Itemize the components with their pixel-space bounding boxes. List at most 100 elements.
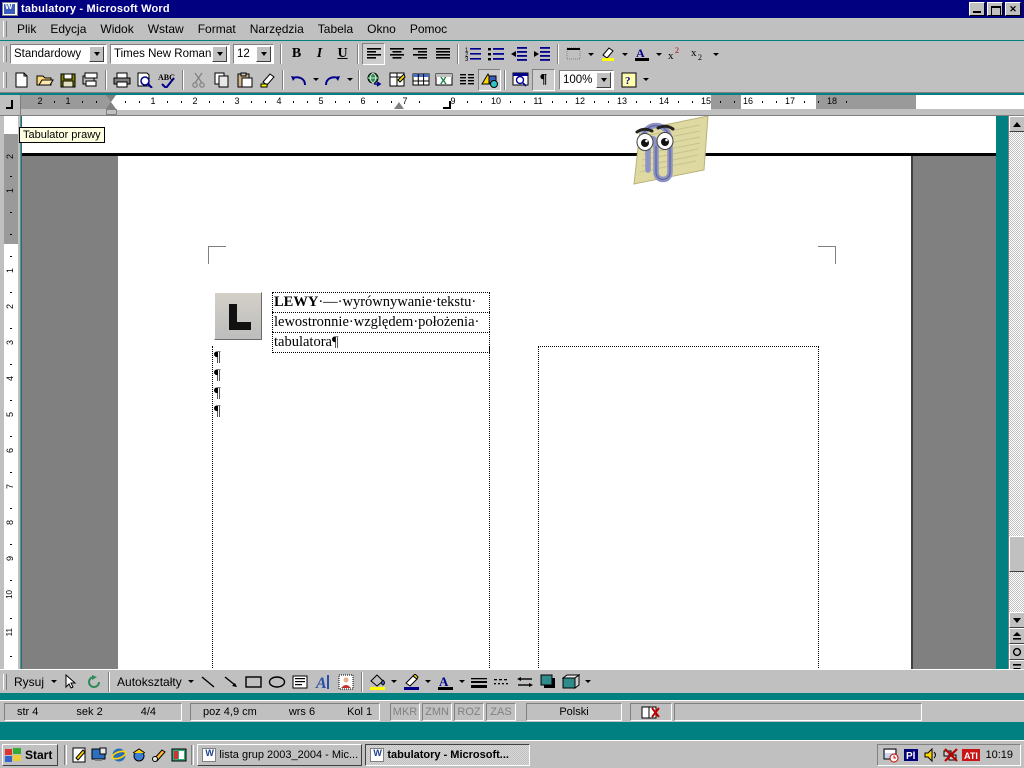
align-left-button[interactable] — [362, 43, 385, 65]
taskbar-item-lista-grup[interactable]: lista grup 2003_2004 - Mic... — [197, 743, 363, 766]
menu-item-narzedzia[interactable]: Narzędzia — [243, 20, 311, 38]
right-indent-marker[interactable] — [394, 102, 404, 109]
photo-icon[interactable] — [170, 746, 188, 764]
rectangle-button[interactable] — [243, 671, 266, 693]
outlook-express-icon[interactable] — [130, 746, 148, 764]
align-right-button[interactable] — [408, 43, 431, 65]
numbered-list-button[interactable]: 123 — [462, 43, 485, 65]
fill-color-chevron-down-icon[interactable] — [389, 671, 400, 693]
menu-item-edycja[interactable]: Edycja — [43, 20, 93, 38]
status-spellcheck[interactable] — [630, 702, 672, 721]
status-language[interactable]: Polski — [526, 702, 622, 721]
highlight-button[interactable] — [596, 43, 619, 65]
new-document-button[interactable] — [10, 69, 33, 91]
standard-toolbar-handle[interactable] — [1, 71, 8, 89]
previous-page-button[interactable] — [1009, 628, 1024, 644]
language-pl-icon[interactable]: Pl — [902, 746, 920, 764]
style-combo-chevron-down-icon[interactable] — [89, 46, 104, 62]
line-style-button[interactable] — [468, 671, 491, 693]
drawing-toolbar-handle[interactable] — [1, 673, 8, 691]
free-rotate-button[interactable] — [82, 671, 105, 693]
draw-menu-button[interactable]: Rysuj — [10, 675, 48, 689]
menu-item-pomoc[interactable]: Pomoc — [403, 20, 454, 38]
cut-button[interactable] — [187, 69, 210, 91]
menu-item-okno[interactable]: Okno — [360, 20, 403, 38]
menu-item-wstaw[interactable]: Wstaw — [141, 20, 191, 38]
copy-button[interactable] — [210, 69, 233, 91]
borders-button[interactable] — [562, 43, 585, 65]
show-formatting-marks-button[interactable]: ¶ — [532, 68, 555, 91]
left-indent-marker[interactable] — [106, 109, 117, 115]
align-justify-button[interactable] — [431, 43, 454, 65]
clip-art-button[interactable] — [335, 671, 358, 693]
status-indicator-zmn[interactable]: ZMN — [422, 702, 452, 721]
notepad-icon[interactable] — [70, 746, 88, 764]
font-color-chevron-down-icon[interactable] — [653, 43, 664, 65]
help-button[interactable]: ? — [617, 69, 640, 91]
hanging-indent-marker[interactable] — [106, 102, 116, 109]
document-paragraph[interactable]: LEWY·—·wyrównywanie·tekstu· lewostronnie… — [272, 292, 490, 353]
paste-button[interactable] — [233, 69, 256, 91]
scheduler-icon[interactable] — [882, 746, 900, 764]
3d-button[interactable] — [560, 671, 583, 693]
drawing-font-color-chevron-down-icon[interactable] — [457, 671, 468, 693]
insert-table-button[interactable] — [409, 69, 432, 91]
vertical-scroll-thumb[interactable] — [1009, 536, 1024, 572]
show-desktop-icon[interactable] — [90, 746, 108, 764]
start-button[interactable]: Start — [2, 743, 59, 766]
minimize-button[interactable] — [969, 2, 985, 16]
open-button[interactable] — [33, 69, 56, 91]
superscript-button[interactable]: x 2 — [664, 43, 687, 65]
taskbar-clock[interactable]: 10:19 — [982, 749, 1016, 761]
menu-drag-handle[interactable] — [1, 20, 8, 38]
dash-style-button[interactable] — [491, 671, 514, 693]
first-line-indent-marker[interactable] — [106, 95, 116, 102]
zoom-combo-chevron-down-icon[interactable] — [596, 71, 611, 88]
scroll-up-button[interactable] — [1009, 116, 1024, 132]
internet-explorer-icon[interactable] — [110, 746, 128, 764]
standard-toolbar-overflow-icon[interactable] — [640, 69, 651, 91]
align-center-button[interactable] — [385, 43, 408, 65]
restore-button[interactable] — [987, 2, 1003, 16]
arrow-button[interactable] — [220, 671, 243, 693]
ati-icon[interactable]: ATI — [962, 746, 981, 764]
formatting-toolbar-overflow-icon[interactable] — [710, 43, 721, 65]
print-button[interactable] — [110, 69, 133, 91]
office-assistant-clippy[interactable] — [612, 116, 717, 185]
close-button[interactable]: ✕ — [1005, 2, 1021, 16]
oval-button[interactable] — [266, 671, 289, 693]
select-objects-button[interactable] — [59, 671, 82, 693]
redo-chevron-down-icon[interactable] — [344, 69, 355, 91]
menu-item-plik[interactable]: Plik — [10, 20, 43, 38]
status-indicator-mkr[interactable]: MKR — [390, 702, 420, 721]
save-button[interactable] — [56, 69, 79, 91]
undo-chevron-down-icon[interactable] — [310, 69, 321, 91]
text-box-button[interactable] — [289, 671, 312, 693]
font-size-combo-chevron-down-icon[interactable] — [256, 46, 271, 62]
left-tab-sample-image[interactable] — [214, 292, 262, 340]
decrease-indent-button[interactable] — [508, 43, 531, 65]
format-painter-button[interactable] — [256, 69, 279, 91]
style-combo[interactable]: Standardowy — [10, 44, 107, 64]
autoshapes-menu-button[interactable]: Autokształty — [113, 675, 186, 689]
drawing-button[interactable] — [478, 68, 501, 91]
font-size-combo[interactable]: 12 — [233, 44, 274, 64]
insert-excel-sheet-button[interactable]: X — [432, 69, 455, 91]
right-tab-stop-marker[interactable] — [443, 101, 451, 109]
draw-menu-chevron-down-icon[interactable] — [48, 671, 59, 693]
network-disconnected-icon[interactable] — [942, 746, 960, 764]
scroll-down-button[interactable] — [1009, 612, 1024, 628]
italic-button[interactable]: I — [308, 43, 331, 65]
tab-selector-button[interactable] — [0, 95, 21, 115]
volume-icon[interactable] — [922, 746, 940, 764]
font-combo-chevron-down-icon[interactable] — [212, 46, 227, 62]
autoshapes-menu-chevron-down-icon[interactable] — [186, 671, 197, 693]
menu-item-widok[interactable]: Widok — [93, 20, 140, 38]
select-browse-object-button[interactable] — [1009, 644, 1024, 660]
line-color-button[interactable] — [400, 671, 423, 693]
vertical-ruler[interactable]: 2 1 1 2 3 4 5 6 7 8 9 10 11 — [0, 116, 21, 672]
taskbar-item-tabulatory[interactable]: tabulatory - Microsoft... — [365, 743, 531, 766]
arrow-style-button[interactable] — [514, 671, 537, 693]
font-combo[interactable]: Times New Roman — [110, 44, 230, 64]
fill-color-button[interactable] — [366, 671, 389, 693]
